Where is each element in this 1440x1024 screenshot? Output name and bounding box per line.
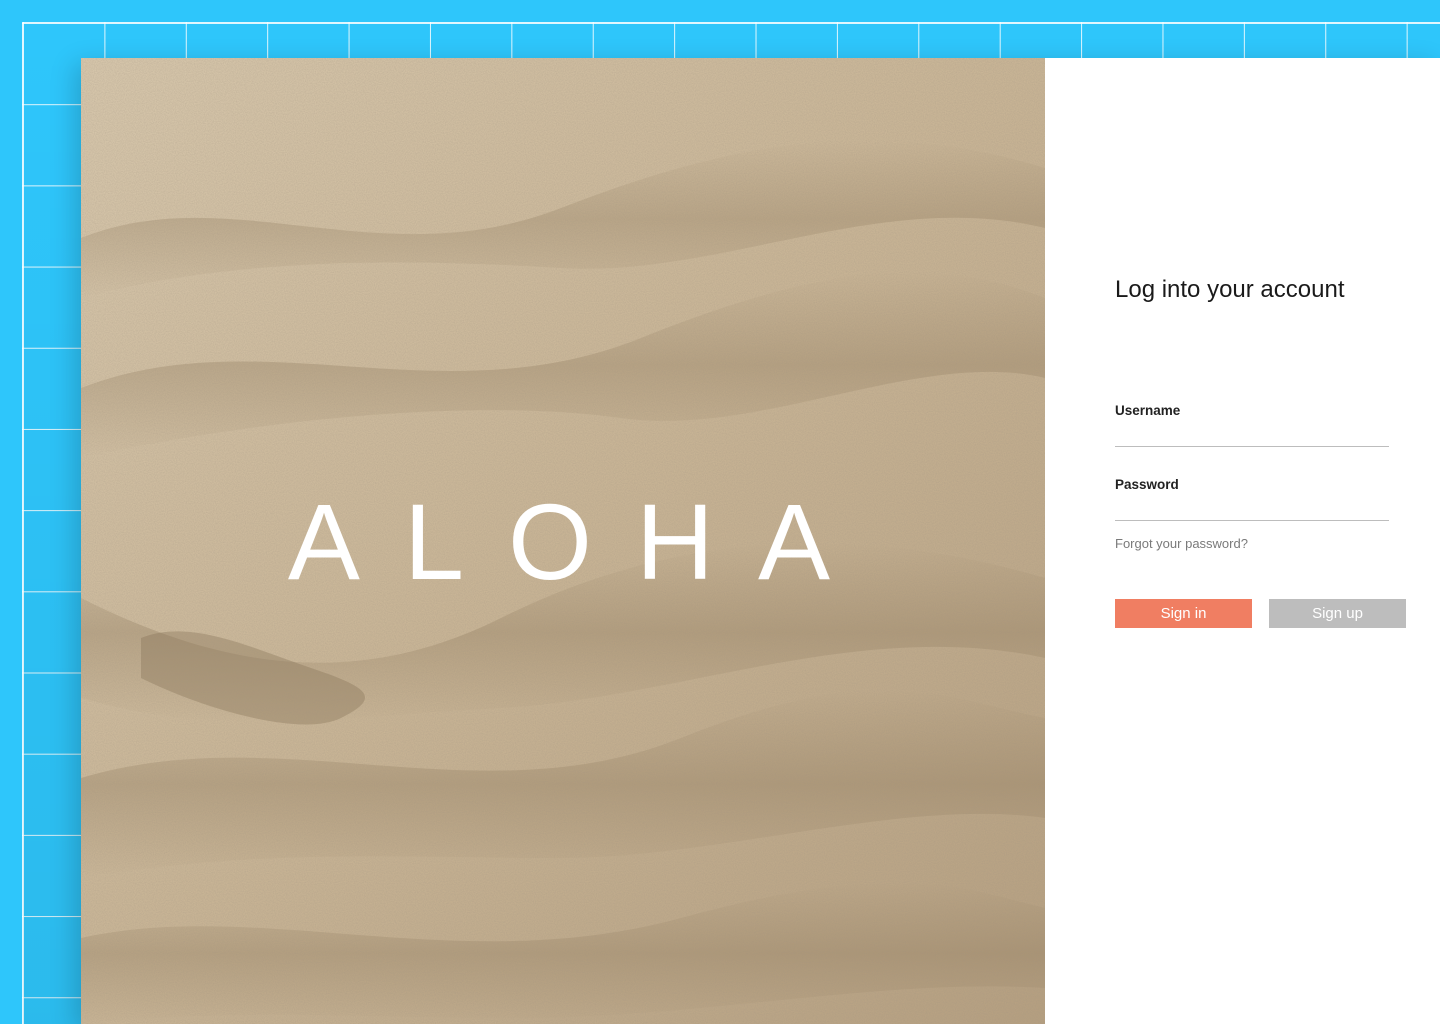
sign-up-button[interactable]: Sign up xyxy=(1269,599,1406,628)
username-label: Username xyxy=(1115,403,1181,418)
password-field: Password xyxy=(1115,477,1389,521)
aloha-logo-text: ALOHA xyxy=(288,481,874,602)
login-panel: Log into your account Username Password … xyxy=(1045,58,1440,1024)
username-input[interactable] xyxy=(1115,424,1389,447)
login-window: ALOHA Log into your account Username Pas… xyxy=(81,58,1440,1024)
forgot-password-link[interactable]: Forgot your password? xyxy=(1115,536,1248,551)
login-title: Log into your account xyxy=(1115,276,1345,303)
username-field: Username xyxy=(1115,403,1389,447)
sign-in-button[interactable]: Sign in xyxy=(1115,599,1252,628)
hero-image: ALOHA xyxy=(81,58,1045,1024)
password-input[interactable] xyxy=(1115,498,1389,521)
password-label: Password xyxy=(1115,477,1179,492)
aloha-logo: ALOHA xyxy=(288,481,874,602)
